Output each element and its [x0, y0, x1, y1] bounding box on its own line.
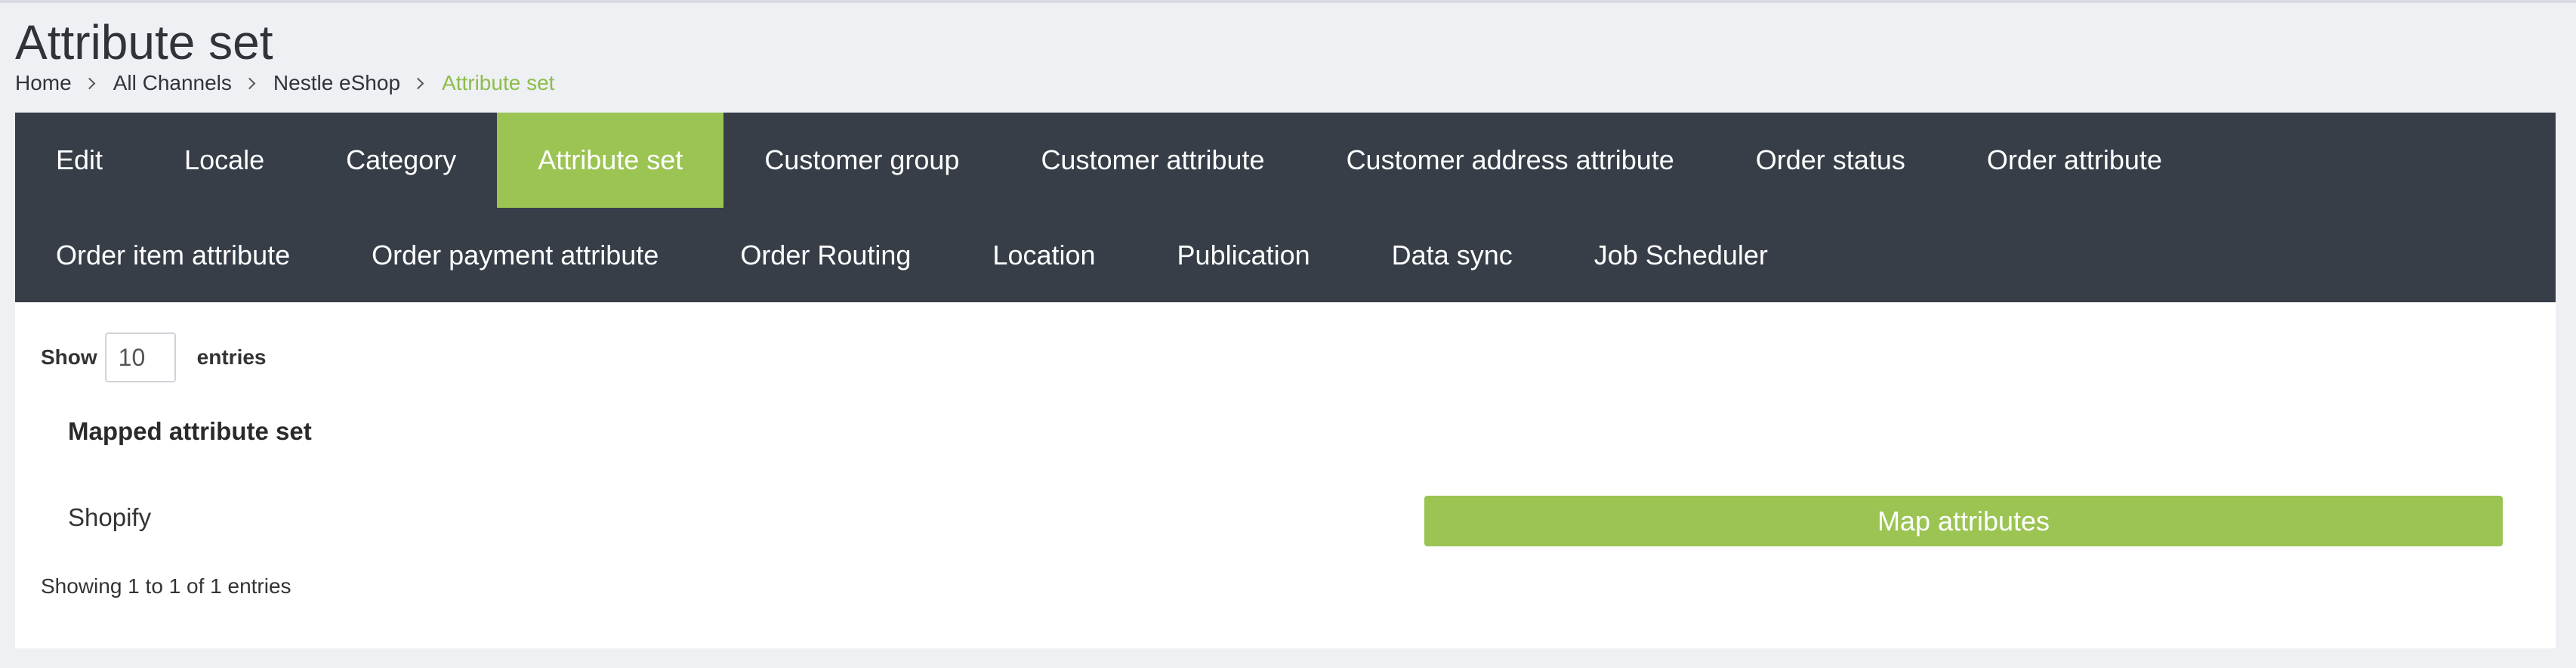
tab-edit[interactable]: Edit: [15, 113, 143, 208]
tab-order-status[interactable]: Order status: [1715, 113, 1946, 208]
tab-publication[interactable]: Publication: [1137, 208, 1351, 302]
chevron-right-icon: [243, 77, 256, 89]
chevron-right-icon: [412, 77, 424, 89]
tab-data-sync[interactable]: Data sync: [1351, 208, 1553, 302]
tab-location[interactable]: Location: [952, 208, 1136, 302]
table-info: Showing 1 to 1 of 1 entries: [41, 574, 292, 598]
tab-locale[interactable]: Locale: [143, 113, 305, 208]
breadcrumb-all-channels[interactable]: All Channels: [113, 70, 232, 97]
channel-tabs: Edit Locale Category Attribute set Custo…: [15, 113, 2556, 302]
tab-customer-group[interactable]: Customer group: [723, 113, 1000, 208]
breadcrumb-current: Attribute set: [442, 71, 555, 94]
tab-attribute-set[interactable]: Attribute set: [497, 113, 724, 208]
chevron-right-icon: [83, 77, 95, 89]
map-attributes-button[interactable]: Map attributes: [1424, 496, 2503, 546]
tab-order-payment-attribute[interactable]: Order payment attribute: [331, 208, 699, 302]
tab-order-attribute[interactable]: Order attribute: [1946, 113, 2203, 208]
tab-category[interactable]: Category: [305, 113, 497, 208]
breadcrumb-channel[interactable]: Nestle eShop: [273, 70, 400, 97]
tab-row-2: Order item attribute Order payment attri…: [15, 208, 2556, 302]
tab-row-1: Edit Locale Category Attribute set Custo…: [15, 113, 2556, 208]
tab-customer-address-attribute[interactable]: Customer address attribute: [1306, 113, 1715, 208]
show-label: Show: [41, 345, 97, 369]
column-header-mapped-attribute-set[interactable]: Mapped attribute set: [68, 417, 312, 446]
page-title: Attribute set: [15, 15, 273, 70]
tab-order-routing[interactable]: Order Routing: [699, 208, 952, 302]
page-length-select[interactable]: 10: [104, 332, 176, 382]
table-row-name: Shopify: [68, 503, 152, 531]
tab-job-scheduler[interactable]: Job Scheduler: [1553, 208, 1809, 302]
page-length-control: Show 10 entries: [41, 332, 267, 382]
tab-order-item-attribute[interactable]: Order item attribute: [15, 208, 331, 302]
attribute-set-table-panel: Show 10 entries Mapped attribute set Sho…: [15, 302, 2556, 648]
tab-customer-attribute[interactable]: Customer attribute: [1000, 113, 1305, 208]
breadcrumb-home[interactable]: Home: [15, 70, 72, 97]
entries-label: entries: [196, 345, 267, 369]
breadcrumb: Home All Channels Nestle eShop Attribute…: [15, 70, 554, 97]
